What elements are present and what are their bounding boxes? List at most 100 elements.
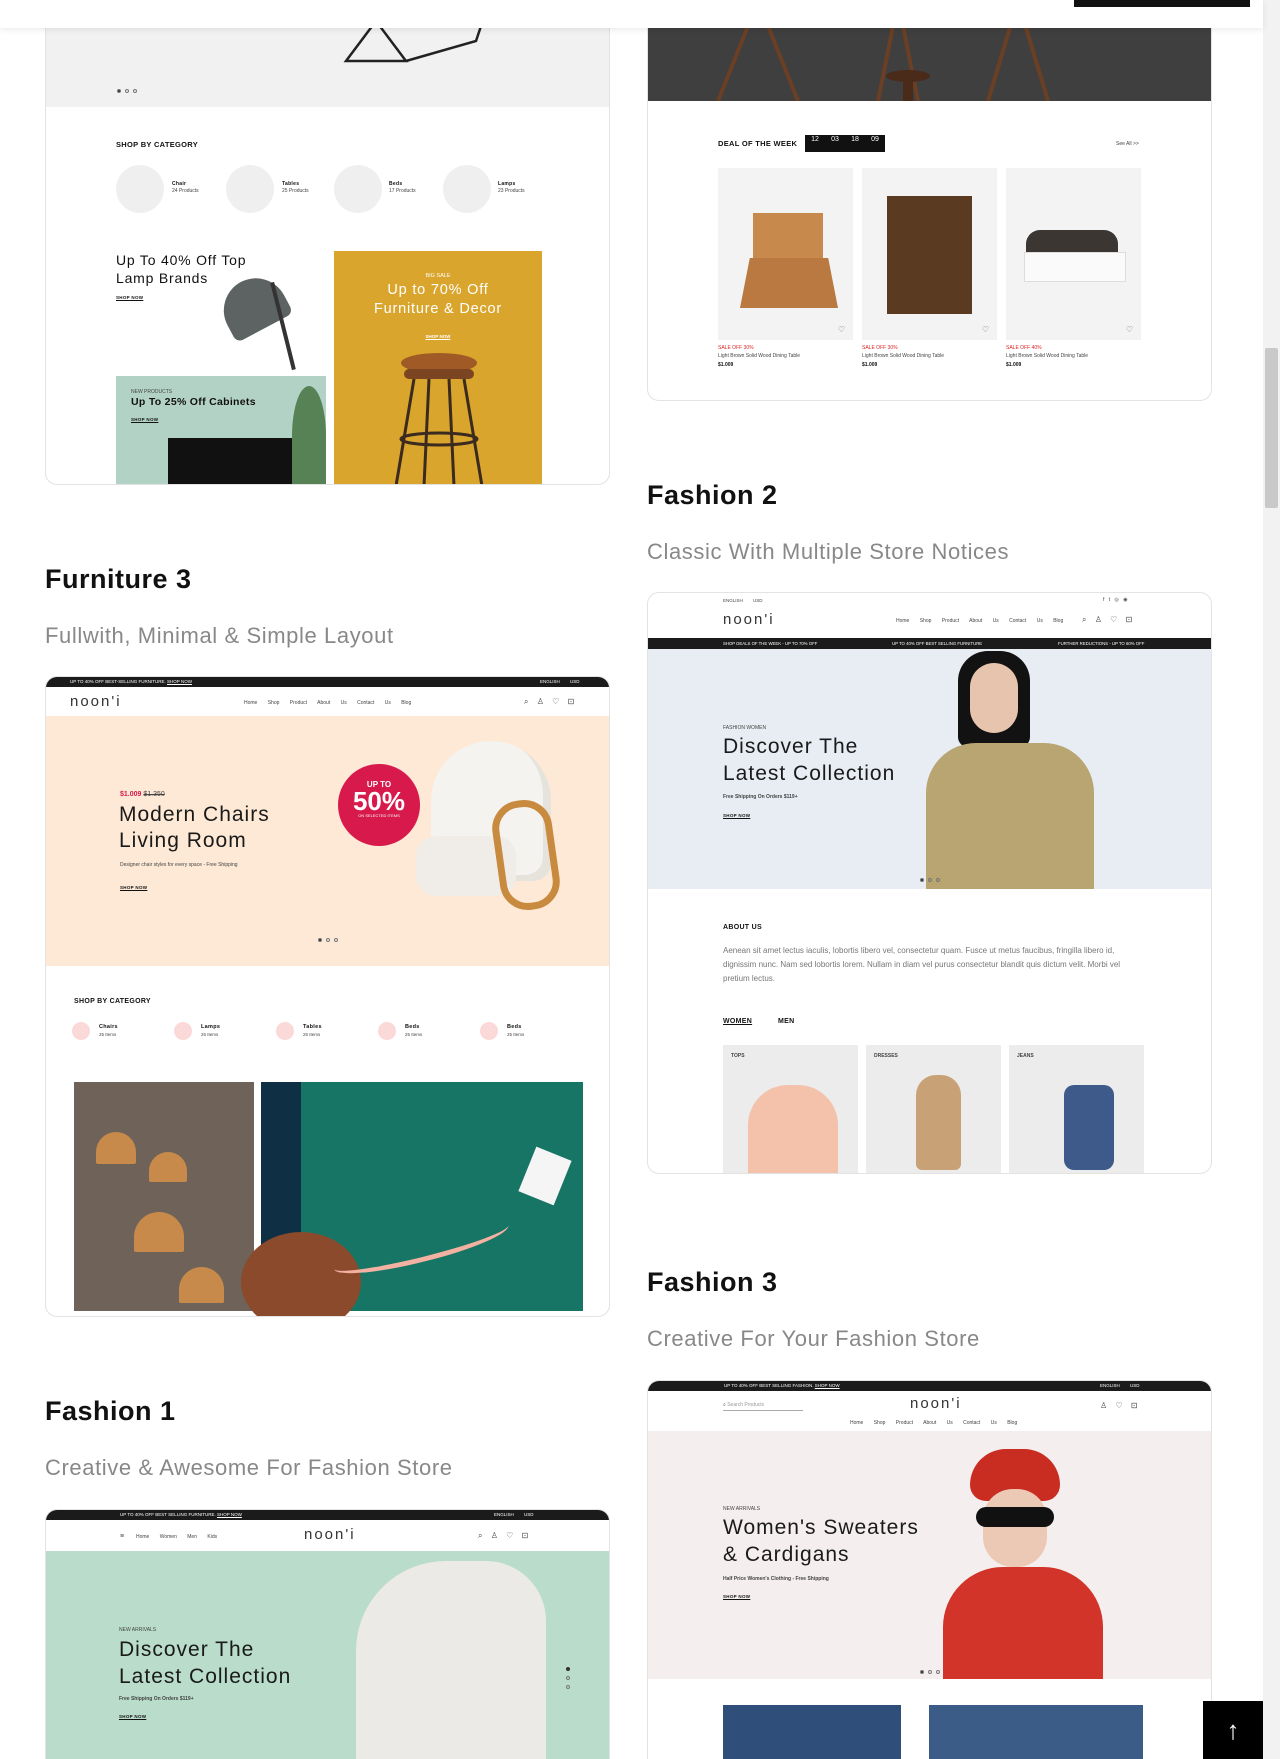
promo-cabinets[interactable]: NEW PRODUCTS Up To 25% Off Cabinets SHOP… [116, 376, 326, 484]
currency-select[interactable]: USD [1130, 1381, 1140, 1391]
sofa-image[interactable] [241, 1082, 583, 1316]
language-select[interactable]: ENGLISH [540, 677, 560, 687]
sale-price: $1.009 [120, 791, 142, 798]
currency-select[interactable]: USD [524, 1510, 534, 1520]
category-chairs[interactable]: Chairs 25 Items [72, 1022, 152, 1044]
model-jeans [1064, 1085, 1114, 1170]
slider-dots[interactable] [115, 80, 139, 98]
demo-card-furniture-2[interactable]: SHOP BY CATEGORY Chair 24 Products Table… [45, 0, 610, 485]
announce-link[interactable]: SHOP NOW [217, 1512, 242, 1517]
hero-line-2: Latest Collection [119, 1665, 292, 1688]
store-logo[interactable]: noon'i [723, 611, 775, 628]
announcement-bar: UP TO 40% OFF BEST-SELLING FURNITURE. SH… [46, 677, 609, 687]
back-to-top-button[interactable]: ↑ [1203, 1701, 1263, 1759]
demo-card-fashion-3[interactable]: UP TO 40% OFF BEST SELLING FASHION. SHOP… [647, 1380, 1212, 1759]
product-name[interactable]: Light Brown Solid Wood Dining Table [718, 353, 800, 359]
lamp-1 [96, 1132, 136, 1164]
product-name[interactable]: Light Brown Solid Wood Dining Table [1006, 353, 1088, 359]
store-logo[interactable]: noon'i [304, 1526, 356, 1543]
product-card[interactable]: ♡ [718, 168, 853, 340]
currency-select[interactable]: USD [570, 677, 580, 687]
product-card[interactable]: ♡ [1006, 168, 1141, 340]
currency-select[interactable]: USD [753, 598, 763, 603]
category-beds-2[interactable]: Beds 25 Items [480, 1022, 560, 1044]
store-logo[interactable]: noon'i [70, 693, 122, 710]
category-lamps-name: Lamps [498, 181, 516, 187]
search-input[interactable]: ⌕ Search Products [723, 1402, 803, 1411]
main-nav[interactable]: Home Shop Product About Us Contact Us Bl… [896, 618, 1063, 624]
mens-promo-image[interactable] [723, 1705, 901, 1759]
menu-icon[interactable]: ≡ [120, 1533, 124, 1540]
mens-promo-image-2[interactable] [929, 1705, 1143, 1759]
model-top [748, 1085, 838, 1173]
heart-icon[interactable]: ♡ [1126, 325, 1133, 334]
model-face [983, 1489, 1047, 1567]
announce-text: UP TO 40% OFF BEST-SELLING FURNITURE. [70, 679, 166, 684]
main-nav[interactable]: Home Women Men Kids [136, 1534, 217, 1540]
about-title: ABOUT US [723, 924, 762, 931]
pendant-lamps-image[interactable] [74, 1082, 254, 1311]
category-tables[interactable]: Tables 25 Items [276, 1022, 356, 1044]
category-beds[interactable]: Beds 25 Items [378, 1022, 458, 1044]
promo-lamps-cta[interactable]: SHOP NOW [116, 295, 143, 300]
category-tables-thumb[interactable] [226, 165, 274, 213]
header-icons[interactable]: ♙ ♡ ⊡ [1100, 1401, 1138, 1410]
header-icons[interactable]: ⌕ ♙ ♡ ⊡ [478, 1531, 528, 1541]
tab-men[interactable]: MEN [778, 1018, 794, 1025]
promo-cabinets-cta[interactable]: SHOP NOW [131, 417, 158, 422]
demo-card-fashion-1[interactable]: UP TO 40% OFF BEST SELLING FURNITURE. SH… [45, 1509, 610, 1759]
category-tops[interactable]: TOPS [723, 1045, 858, 1173]
promo-decor-cta[interactable]: SHOP NOW [334, 334, 542, 339]
tab-women[interactable]: WOMEN [723, 1018, 752, 1025]
hero-cta[interactable]: SHOP NOW [119, 1714, 146, 1719]
category-jeans[interactable]: JEANS [1009, 1045, 1144, 1173]
language-select[interactable]: ENGLISH [1100, 1381, 1120, 1391]
slider-dots[interactable] [918, 869, 942, 887]
announce-link[interactable]: SHOP NOW [815, 1383, 840, 1388]
promo-cabinets-title: Up To 25% Off Cabinets [131, 396, 256, 408]
product-card[interactable]: ♡ [862, 168, 997, 340]
table-icon [276, 1022, 294, 1040]
language-select[interactable]: ENGLISH [494, 1510, 514, 1520]
slider-dots[interactable] [918, 1661, 942, 1679]
promo-furniture-decor[interactable]: BIG SALE Up to 70% Off Furniture & Decor… [334, 251, 542, 484]
language-select[interactable]: ENGLISH [723, 598, 743, 603]
marble-cabinet [168, 438, 292, 484]
red-sweater [943, 1567, 1103, 1679]
scrollbar-thumb[interactable] [1265, 348, 1278, 508]
slider-dots[interactable] [316, 929, 340, 947]
category-lamps-thumb[interactable] [443, 165, 491, 213]
product-name[interactable]: Light Brown Solid Wood Dining Table [862, 353, 944, 359]
category-beds-thumb[interactable] [334, 165, 382, 213]
main-nav[interactable]: Home Shop Product About Us Contact Us Bl… [244, 700, 411, 706]
scrollbar-track[interactable] [1263, 0, 1280, 1759]
hero-cta[interactable]: SHOP NOW [120, 885, 147, 890]
header-icons[interactable]: ⌕ ♙ ♡ ⊡ [524, 697, 574, 707]
main-nav[interactable]: Home Shop Product About Us Contact Us Bl… [850, 1420, 1017, 1426]
demo-card-furniture-3[interactable]: UP TO 40% OFF BEST-SELLING FURNITURE. SH… [45, 676, 610, 1317]
header-button[interactable] [1074, 0, 1250, 7]
slider-dots-vertical[interactable] [566, 1667, 572, 1689]
social-icons[interactable]: f t ◎ ◉ [1103, 597, 1128, 603]
demo-card-deal-of-week[interactable]: DEAL OF THE WEEK 12 03 18 09 See All >> … [647, 0, 1212, 401]
store-logo[interactable]: noon'i [910, 1395, 962, 1412]
announce-link[interactable]: SHOP NOW [167, 679, 192, 684]
promo-lamps[interactable]: Up To 40% Off Top Lamp Brands SHOP NOW [116, 251, 326, 371]
category-lamps[interactable]: Lamps 25 Items [174, 1022, 254, 1044]
category-chair-thumb[interactable] [116, 165, 164, 213]
sunglasses [976, 1507, 1054, 1527]
see-all-link[interactable]: See All >> [1116, 141, 1139, 147]
product-badge: SALE OFF 30% [718, 345, 754, 351]
model-face [970, 663, 1018, 733]
hero-cta[interactable]: SHOP NOW [723, 1594, 750, 1599]
category-name: Beds [405, 1024, 420, 1030]
header-icons[interactable]: ⌕ ♙ ♡ ⊡ [1082, 615, 1132, 625]
hero-cta[interactable]: SHOP NOW [723, 813, 750, 818]
category-dresses[interactable]: DRESSES [866, 1045, 1001, 1173]
lamp-2 [149, 1152, 187, 1182]
timer-secs: 09 [871, 136, 879, 143]
hero-line-1: Women's Sweaters [723, 1516, 919, 1539]
heart-icon[interactable]: ♡ [838, 325, 845, 334]
demo-card-fashion-2[interactable]: ENGLISH USD f t ◎ ◉ noon'i Home Shop Pro… [647, 592, 1212, 1174]
heart-icon[interactable]: ♡ [982, 325, 989, 334]
